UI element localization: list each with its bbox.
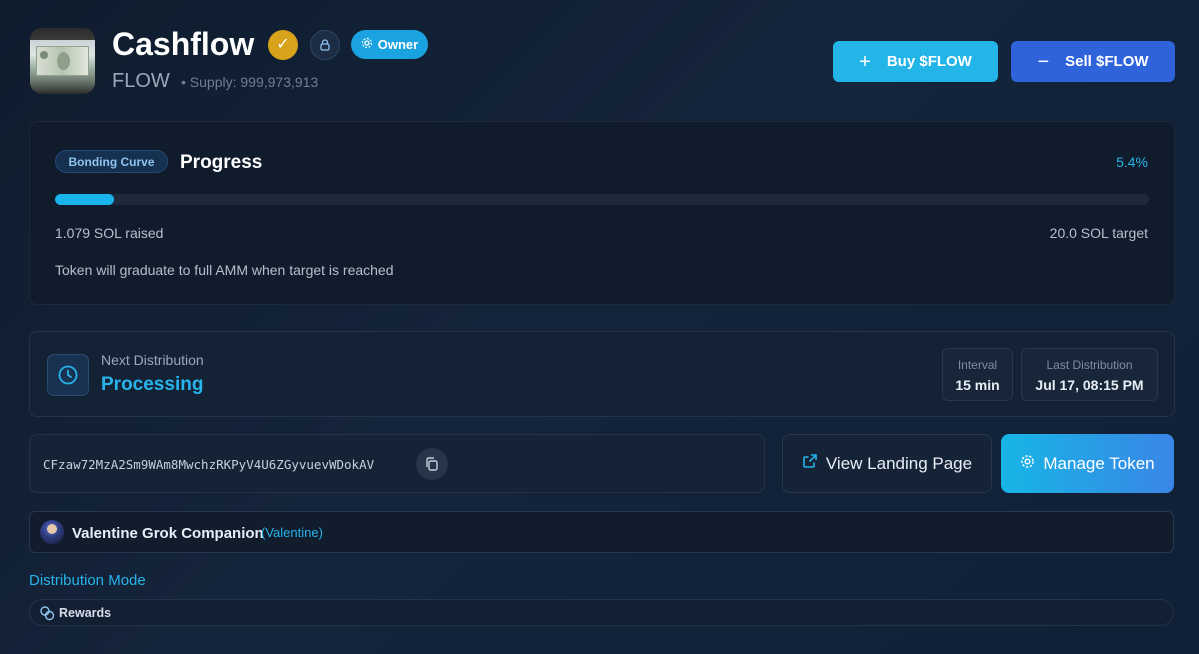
buy-button[interactable]: + Buy $FLOW [833,41,998,82]
sol-target: 20.0 SOL target [1049,225,1148,241]
verified-check-icon: ✓ [268,30,298,60]
minus-icon: − [1037,50,1050,73]
manage-token-label: Manage Token [1043,453,1155,473]
persona-row[interactable]: Valentine Grok Companion (Valentine) [29,511,1174,553]
progress-bar-fill [55,194,115,205]
distribution-mode-pill: Rewards [29,599,1174,626]
token-ticker: FLOW [112,70,170,92]
token-supply: • Supply: 999,973,913 [181,74,319,90]
copy-icon[interactable] [416,448,448,480]
coins-icon [40,606,55,621]
token-name: Cashflow [112,26,255,62]
view-landing-page-button[interactable]: View Landing Page [782,434,992,493]
manage-token-button[interactable]: Manage Token [1001,434,1174,493]
gear-icon [1020,454,1035,474]
plus-icon: + [859,50,871,73]
bonding-curve-chip: Bonding Curve [55,150,168,173]
last-distribution-value: Jul 17, 08:15 PM [1035,377,1144,393]
progress-bar [55,194,1149,205]
next-distribution-label: Next Distribution [101,352,204,368]
persona-tag: (Valentine) [261,525,323,540]
token-card: Cashflow ✓ Owner FLOW • Supply: 999,973,… [0,0,1199,654]
last-distribution-label: Last Distribution [1046,358,1133,372]
owner-badge-label: Owner [377,37,419,52]
last-distribution-stat: Last Distribution Jul 17, 08:15 PM [1021,348,1158,401]
interval-stat: Interval 15 min [942,348,1013,401]
interval-value: 15 min [955,377,1000,393]
contract-address[interactable]: CFzaw72MzA2Sm9WAm8MwchzRKPyV4U6ZGyvuevWD… [43,457,374,472]
token-logo [30,28,95,94]
graduation-note: Token will graduate to full AMM when tar… [55,262,394,278]
avatar [40,520,64,544]
distribution-mode-title: Distribution Mode [29,572,146,589]
gear-icon [361,37,373,52]
progress-title: Progress [180,152,263,173]
next-distribution-status: Processing [101,374,204,395]
buy-button-label: Buy $FLOW [886,53,972,70]
sol-raised: 1.079 SOL raised [55,225,164,241]
sell-button-label: Sell $FLOW [1065,53,1149,70]
bonding-curve-panel: Bonding Curve Progress 5.4% 1.079 SOL ra… [29,121,1175,305]
view-landing-page-label: View Landing Page [825,453,973,473]
lock-icon[interactable] [310,30,340,60]
sell-button[interactable]: − Sell $FLOW [1011,41,1175,82]
contract-address-box: CFzaw72MzA2Sm9WAm8MwchzRKPyV4U6ZGyvuevWD… [29,434,765,493]
interval-label: Interval [957,358,998,372]
external-link-icon [802,453,818,474]
owner-badge: Owner [351,30,428,59]
banknote-image [36,46,89,76]
progress-percent: 5.4% [1116,154,1148,170]
clock-icon [47,354,89,396]
distribution-mode-value: Rewards [59,606,112,620]
distribution-panel: Next Distribution Processing Interval 15… [29,331,1175,417]
persona-name: Valentine Grok Companion [72,525,264,542]
